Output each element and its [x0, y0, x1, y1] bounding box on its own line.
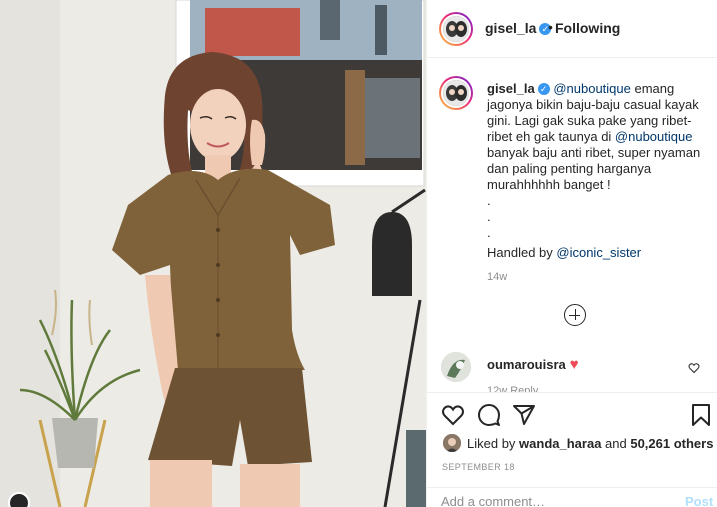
post-header: gisel_la ✓ • Following — [427, 0, 717, 58]
post-photo-illustration — [0, 0, 426, 507]
author-username[interactable]: gisel_la ✓ — [485, 20, 552, 36]
caption-avatar — [443, 80, 469, 106]
caption-verified-badge-icon: ✓ — [537, 83, 550, 95]
header-separator: • — [548, 19, 553, 35]
caption-dot-2: . — [487, 209, 491, 224]
liked-by-middle: and — [601, 436, 631, 451]
caption-timestamp[interactable]: 14w — [487, 271, 507, 283]
add-comment-input[interactable] — [441, 494, 661, 507]
liked-by-line: Liked by wanda_haraa and 50,261 others — [467, 436, 713, 451]
commenter-avatar[interactable] — [441, 352, 471, 382]
author-avatar-ring[interactable] — [439, 12, 473, 46]
liker-avatar[interactable] — [443, 434, 461, 452]
comment-row: oumarouisra ♥ — [487, 356, 579, 373]
post-caption: gisel_la ✓ @nuboutique emang jagonya biki… — [487, 81, 707, 261]
heart-icon[interactable] — [441, 403, 465, 432]
caption-text-2: banyak baju anti ribet, super nyaman dan… — [487, 145, 701, 192]
comments-area: gisel_la ✓ @nuboutique emang jagonya biki… — [427, 59, 717, 393]
caption-username[interactable]: gisel_la — [487, 81, 535, 96]
caption-dot-3: . — [487, 225, 491, 240]
post-comment-button[interactable]: Post — [685, 494, 713, 507]
commenter-avatar-image — [441, 352, 471, 382]
post-date[interactable]: SEPTEMBER 18 — [442, 462, 515, 472]
caption-avatar-ring[interactable] — [439, 76, 473, 110]
liker-avatar-image — [443, 434, 461, 452]
caption-dot-1: . — [487, 193, 491, 208]
likes-count[interactable]: 50,261 others — [630, 436, 713, 451]
comment-like-heart-icon[interactable] — [688, 361, 700, 379]
user-tag-indicator[interactable] — [8, 492, 30, 507]
liked-by-prefix: Liked by — [467, 436, 520, 451]
comment-username[interactable]: oumarouisra — [487, 357, 566, 372]
caption-mention-nuboutique-2[interactable]: @nuboutique — [615, 129, 693, 144]
share-icon[interactable] — [512, 403, 536, 432]
load-more-comments-button[interactable] — [564, 304, 586, 326]
caption-avatar-image — [443, 80, 469, 106]
author-avatar — [443, 16, 469, 42]
author-username-text[interactable]: gisel_la — [485, 20, 536, 36]
add-comment-bar: Post — [427, 487, 717, 507]
author-avatar-image — [443, 16, 469, 42]
following-button[interactable]: Following — [555, 20, 620, 36]
comment-icon[interactable] — [477, 403, 501, 432]
post-side-panel: gisel_la ✓ • Following gisel_la ✓ @nubou… — [426, 0, 717, 507]
caption-mention-iconic-sister[interactable]: @iconic_sister — [556, 245, 641, 260]
liked-by-user[interactable]: wanda_haraa — [519, 436, 601, 451]
bookmark-icon[interactable] — [690, 403, 712, 432]
post-photo[interactable] — [0, 0, 426, 507]
comment-heart-emoji: ♥ — [569, 356, 579, 373]
caption-handled-prefix: Handled by — [487, 245, 557, 260]
post-actions: Liked by wanda_haraa and 50,261 others S… — [427, 392, 717, 507]
caption-mention-nuboutique-1[interactable]: @nuboutique — [553, 81, 631, 96]
